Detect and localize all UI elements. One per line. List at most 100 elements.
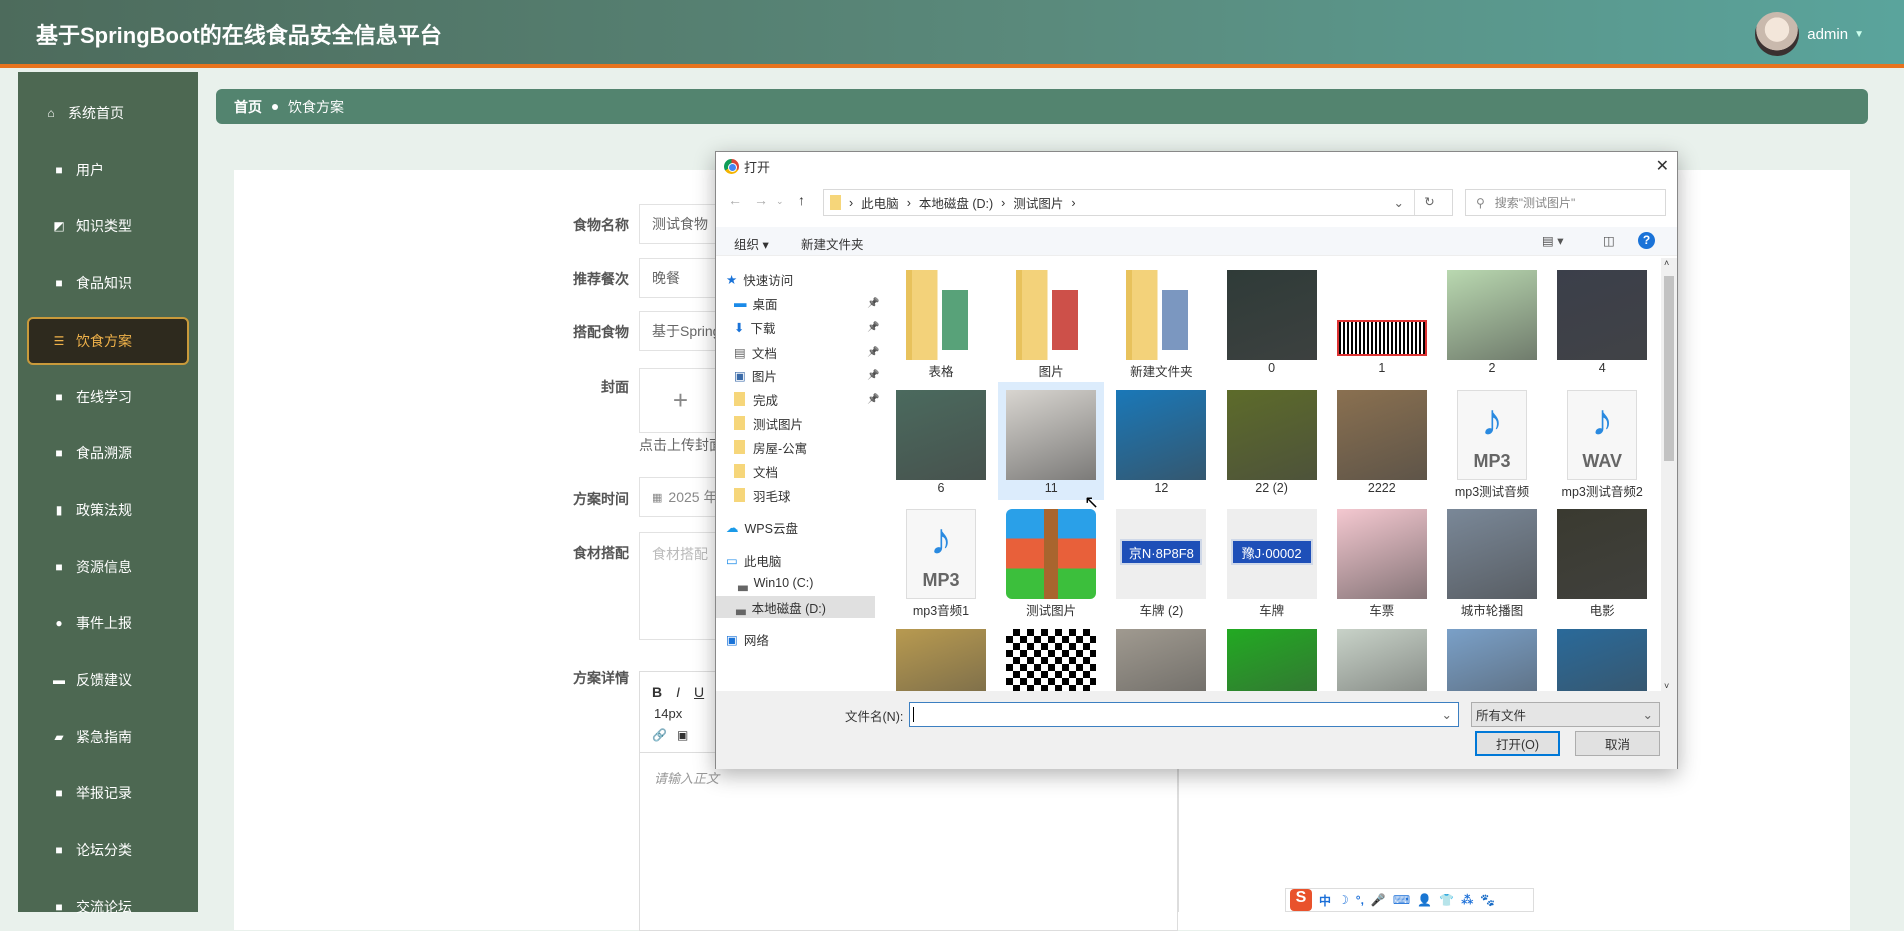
- cover-upload-button[interactable]: +: [639, 368, 722, 433]
- file-item[interactable]: ♪ WAV mp3测试音频2: [1549, 382, 1655, 500]
- open-button[interactable]: 打开(O): [1475, 731, 1560, 756]
- nav-item[interactable]: 文档: [734, 460, 778, 482]
- file-item[interactable]: 车票: [1329, 501, 1435, 619]
- avatar[interactable]: [1755, 12, 1800, 56]
- file-item[interactable]: 2222: [1329, 382, 1435, 500]
- view-options-icon[interactable]: ▤ ▾: [1542, 233, 1564, 248]
- sidebar-item[interactable]: ■ 食品溯源: [18, 433, 198, 473]
- user-menu[interactable]: admin ▼: [1755, 12, 1864, 56]
- sidebar-item[interactable]: ◩ 知识类型: [18, 206, 198, 246]
- pin-icon[interactable]: 📌: [867, 298, 879, 309]
- file-item[interactable]: 0: [1219, 262, 1325, 380]
- search-input[interactable]: ⚲ 搜索"测试图片": [1465, 189, 1666, 216]
- sogou-logo-icon[interactable]: S: [1290, 889, 1312, 911]
- ime-tool-icon[interactable]: 🎤: [1371, 893, 1386, 907]
- cancel-button[interactable]: 取消: [1575, 731, 1660, 756]
- forward-icon[interactable]: →: [754, 192, 768, 208]
- chevron-down-icon[interactable]: ⌄: [1394, 195, 1404, 210]
- vertical-scrollbar[interactable]: ˄ ˅: [1661, 258, 1677, 691]
- caret-down-icon[interactable]: ▼: [1854, 29, 1864, 40]
- nav-item[interactable]: 房屋-公寓: [734, 436, 807, 458]
- ime-tool-icon[interactable]: 🐾: [1480, 893, 1495, 907]
- chevron-down-icon[interactable]: ⌄: [1442, 707, 1452, 722]
- sidebar-item[interactable]: ■ 论坛分类: [18, 830, 198, 870]
- ime-tool-icon[interactable]: ⁂: [1461, 893, 1473, 907]
- username[interactable]: admin: [1807, 26, 1848, 43]
- editor-body[interactable]: 请输入正文: [654, 768, 719, 787]
- preview-pane-icon[interactable]: ◫: [1603, 233, 1615, 248]
- pin-icon[interactable]: 📌: [867, 370, 879, 381]
- sidebar-item[interactable]: ☰ 饮食方案: [27, 316, 189, 365]
- dialog-titlebar[interactable]: 打开 ✕: [716, 152, 1677, 181]
- file-item[interactable]: 豫J·00002 车牌: [1219, 501, 1325, 619]
- file-item[interactable]: 2: [1439, 262, 1545, 380]
- file-item[interactable]: 新建文件夹: [1108, 262, 1214, 380]
- file-item[interactable]: 1: [1329, 262, 1435, 380]
- link-icon[interactable]: 🔗: [652, 728, 667, 742]
- sidebar-item[interactable]: ■ 交流论坛: [18, 887, 198, 927]
- recent-chevron-icon[interactable]: ⌄: [776, 196, 784, 207]
- breadcrumb-home[interactable]: 首页: [234, 97, 262, 117]
- nav-item[interactable]: ▃ Win10 (C:): [738, 572, 813, 594]
- file-item[interactable]: [1108, 621, 1214, 691]
- file-item[interactable]: [998, 621, 1104, 691]
- sidebar-item[interactable]: ● 事件上报: [18, 603, 198, 643]
- nav-item[interactable]: ▤ 文档 📌: [734, 341, 879, 363]
- file-item[interactable]: [1329, 621, 1435, 691]
- underline-button[interactable]: U: [694, 684, 704, 700]
- sidebar-item[interactable]: ▬ 反馈建议: [18, 660, 198, 700]
- nav-item[interactable]: ▣ 网络: [726, 628, 769, 650]
- new-folder-button[interactable]: 新建文件夹: [801, 234, 864, 253]
- nav-item[interactable]: ▃ 本地磁盘 (D:): [716, 596, 875, 618]
- sidebar-item[interactable]: ■ 举报记录: [18, 773, 198, 813]
- file-item[interactable]: [1219, 621, 1325, 691]
- ime-tool-icon[interactable]: 👕: [1439, 893, 1454, 907]
- path-segment[interactable]: 本地磁盘 (D:): [919, 193, 993, 212]
- nav-item[interactable]: 羽毛球: [734, 484, 791, 506]
- ime-tool-icon[interactable]: 👤: [1417, 893, 1432, 907]
- ime-tool-icon[interactable]: 中: [1319, 892, 1331, 909]
- file-item[interactable]: ♪ MP3 mp3音频1: [888, 501, 994, 619]
- path-segment[interactable]: 此电脑: [861, 193, 899, 212]
- italic-button[interactable]: I: [676, 684, 680, 700]
- nav-item[interactable]: ▬ 桌面 📌: [734, 292, 879, 314]
- nav-item[interactable]: ☁ WPS云盘: [726, 516, 798, 538]
- ime-tool-icon[interactable]: °,: [1356, 893, 1364, 907]
- file-item[interactable]: [1549, 621, 1655, 691]
- file-item[interactable]: [888, 621, 994, 691]
- file-type-select[interactable]: 所有文件 ⌄: [1471, 702, 1660, 727]
- nav-item[interactable]: ★ 快速访问: [726, 268, 793, 290]
- scroll-down-icon[interactable]: ˅: [1664, 681, 1669, 691]
- file-item[interactable]: 京N·8P8F8 车牌 (2): [1108, 501, 1214, 619]
- file-item[interactable]: 12: [1108, 382, 1214, 500]
- address-bar[interactable]: › 此电脑 › 本地磁盘 (D:) › 测试图片 › ⌄ ↻: [823, 189, 1453, 216]
- help-icon[interactable]: ?: [1638, 232, 1655, 249]
- sidebar-item[interactable]: ■ 用户: [18, 150, 198, 190]
- nav-item[interactable]: 完成 📌: [734, 388, 879, 410]
- nav-item[interactable]: ▣ 图片 📌: [734, 364, 879, 386]
- file-item[interactable]: 图片: [998, 262, 1104, 380]
- image-icon[interactable]: ▣: [677, 728, 688, 742]
- pin-icon[interactable]: 📌: [867, 347, 879, 358]
- file-item[interactable]: 22 (2): [1219, 382, 1325, 500]
- sidebar-item[interactable]: ■ 在线学习: [18, 377, 198, 417]
- sidebar-item[interactable]: ⌂ 系统首页: [18, 93, 198, 133]
- pin-icon[interactable]: 📌: [867, 394, 879, 405]
- refresh-icon[interactable]: ↻: [1414, 190, 1444, 215]
- back-icon[interactable]: ←: [728, 192, 742, 208]
- bold-button[interactable]: B: [652, 684, 662, 700]
- scroll-up-icon[interactable]: ˄: [1664, 258, 1669, 268]
- ime-tool-icon[interactable]: ⌨: [1393, 893, 1410, 907]
- path-segment[interactable]: 测试图片: [1013, 193, 1063, 212]
- scrollbar-thumb[interactable]: [1664, 276, 1674, 461]
- file-item[interactable]: 城市轮播图: [1439, 501, 1545, 619]
- font-size-select[interactable]: 14px: [654, 706, 682, 721]
- sidebar-item[interactable]: ▰ 紧急指南: [18, 717, 198, 757]
- file-item[interactable]: 测试图片: [998, 501, 1104, 619]
- file-item[interactable]: [1439, 621, 1545, 691]
- file-item[interactable]: 电影: [1549, 501, 1655, 619]
- sidebar-item[interactable]: ■ 资源信息: [18, 547, 198, 587]
- nav-item[interactable]: ⬇ 下载 📌: [734, 316, 879, 338]
- filename-input[interactable]: ⌄: [909, 702, 1459, 727]
- file-item[interactable]: ♪ MP3 mp3测试音频: [1439, 382, 1545, 500]
